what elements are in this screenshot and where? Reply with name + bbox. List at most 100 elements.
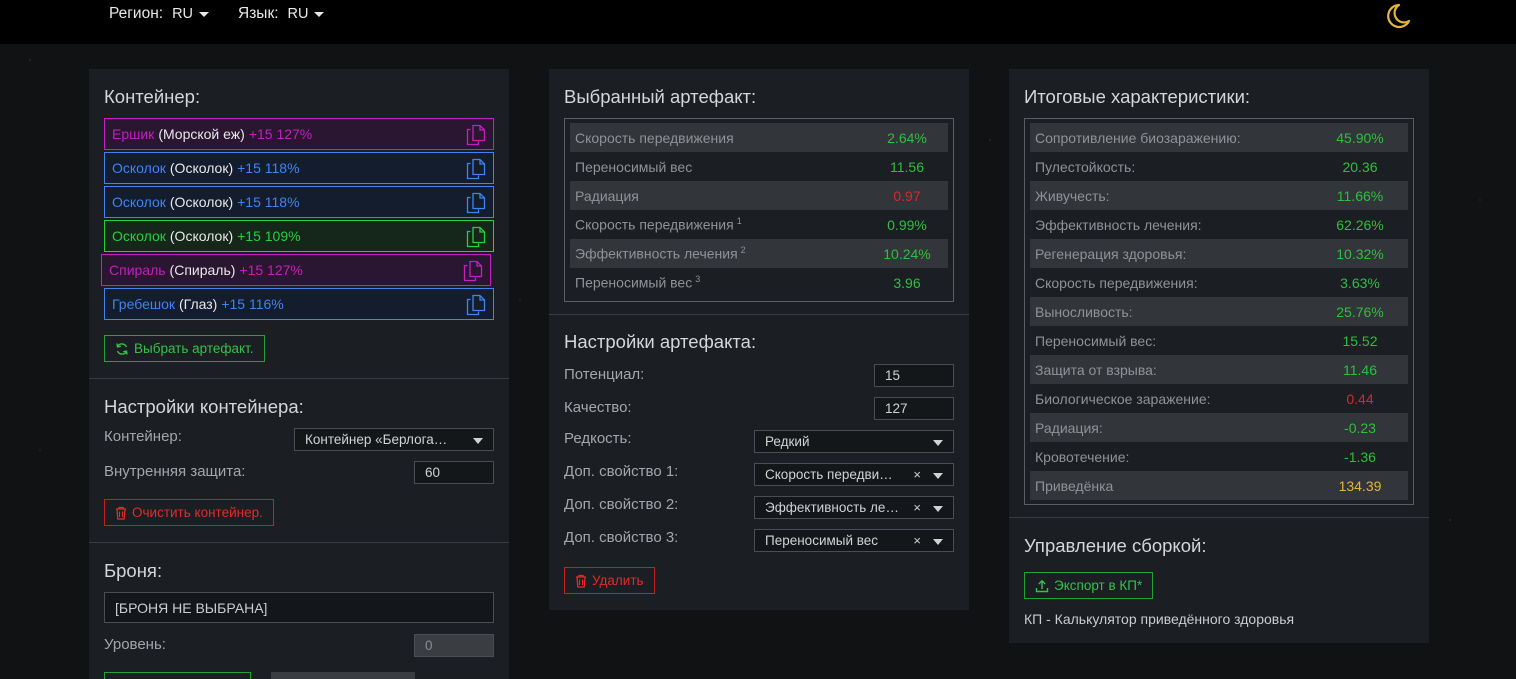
artifact-name: Осколок [112,194,166,210]
artifact-stats-table: Скорость передвижения 2.64% Переносимый ве… [564,118,954,302]
prop3-select[interactable]: Переносимый вес × [754,529,954,552]
chevron-down-icon [473,438,483,444]
artifact-type: (Спираль) [169,262,236,278]
armor-field[interactable]: [БРОНЯ НЕ ВЫБРАНА] [104,592,494,623]
stat-value: 3.63% [1340,274,1380,291]
copy-icon[interactable] [466,192,486,214]
stat-value: 0.44 [1346,390,1374,407]
stat-value: -0.23 [1344,419,1376,436]
armor-title: Броня: [104,560,163,581]
container-settings-title: Настройки контейнера: [104,396,304,417]
final-stats-table: Сопротивление биозаражению: 45.90% Пулесто… [1024,118,1414,505]
stat-value: -1.36 [1344,448,1376,465]
rarity-select[interactable]: Редкий [754,430,954,453]
artifact-name: Осколок [112,160,166,176]
stat-label: Переносимый вес: [1030,333,1156,349]
export-label: Экспорт в КП* [1054,578,1143,593]
delete-artifact-label: Удалить [592,573,644,588]
prop2-label: Доп. свойство 2: [564,496,679,513]
stat-row: Скорость передвижения: 3.63% [1030,268,1408,297]
clear-container-label: Очистить контейнер. [132,505,263,520]
stat-label-text: Скорость передвижения [575,129,734,146]
artifact-type: (Осколок) [169,160,234,176]
chevron-down-icon [314,11,325,17]
region-value: RU [172,6,194,22]
stat-label: Защита от взрыва: [1030,362,1157,378]
chevron-down-icon [933,539,943,545]
stat-label: Сопротивление биозаражению: [1030,130,1241,146]
trash-icon [576,574,586,588]
stat-label-text: Пулестойкость: [1035,158,1136,175]
stat-row: Живучесть: 11.66% [1030,181,1408,210]
potential-input[interactable]: 15 [874,364,954,387]
export-button[interactable]: Экспорт в КП* [1024,572,1154,599]
stat-label-text: Защита от взрыва: [1035,361,1157,378]
stat-label: Переносимый вес [570,159,692,175]
stat-row: Защита от взрыва: 11.46 [1030,355,1408,384]
prop1-select[interactable]: Скорость передви… × [754,463,954,486]
clear-icon[interactable]: × [913,533,921,548]
protection-input[interactable]: 60 [414,461,494,484]
clear-icon[interactable]: × [913,500,921,515]
stat-row: Эффективность лечения 2 10.24% [570,239,948,268]
artifact-slot[interactable]: Осколок (Осколок) +15 118% [104,152,494,184]
stat-label-text: Переносимый вес [575,274,693,291]
prop2-select[interactable]: Эффективность ле… × [754,496,954,519]
footnote-marker: 3 [695,274,701,285]
copy-icon[interactable] [466,226,486,248]
delete-artifact-button[interactable]: Удалить [564,567,655,594]
stat-row: Переносимый вес 3 3.96 [570,268,948,297]
stat-row: Радиация 0.97 [570,181,948,210]
armor-action-button[interactable] [104,672,251,679]
prop1-label: Доп. свойство 1: [564,463,679,480]
choose-artifact-button[interactable]: Выбрать артефакт. [104,335,265,362]
artifact-level: +15 118% [237,160,300,176]
stat-label-text: Регенерация здоровья: [1035,245,1187,262]
copy-icon[interactable] [466,294,486,316]
armor-level-input[interactable]: 0 [414,634,494,657]
region-selector[interactable]: Регион: RU [109,5,210,23]
artifact-type: (Глаз) [179,296,218,312]
language-selector[interactable]: Язык: RU [238,5,325,23]
stats-panel: Итоговые характеристики: Сопротивление б… [1009,69,1429,643]
artifact-slot[interactable]: Ершик (Морской еж) +15 127% [104,118,494,150]
quality-label: Качество: [564,399,632,416]
container-select[interactable]: Контейнер «Берлога… [294,428,494,451]
copy-icon[interactable] [463,260,483,282]
stat-label-text: Кровотечение: [1035,448,1130,465]
quality-input[interactable]: 127 [874,397,954,420]
armor-level-label: Уровень: [104,636,166,653]
artifact-slot[interactable]: Гребешок (Глаз) +15 116% [104,288,494,320]
artifact-title: Выбранный артефакт: [564,86,757,107]
stat-row: Кровотечение: -1.36 [1030,442,1408,471]
divider [1009,517,1429,518]
artifact-slot[interactable]: Спираль (Спираль) +15 127% [101,254,491,286]
copy-icon[interactable] [466,124,486,146]
clear-container-button[interactable]: Очистить контейнер. [104,499,274,526]
trash-icon [116,506,126,520]
stat-label: Радиация [570,188,639,204]
artifact-slot[interactable]: Осколок (Осколок) +15 118% [104,186,494,218]
rarity-label: Редкость: [564,430,632,447]
artifact-type: (Осколок) [169,228,234,244]
container-select-value: Контейнер «Берлога… [305,432,448,447]
moon-icon[interactable] [1382,2,1412,32]
clear-icon[interactable]: × [913,467,921,482]
prop1-value: Скорость передви… [765,467,893,482]
stat-value: 11.66% [1336,187,1384,204]
top-bar: Регион: RU Язык: RU [0,0,1516,44]
artifact-level: +15 116% [221,296,284,312]
stat-row: Переносимый вес: 15.52 [1030,326,1408,355]
armor-secondary-button[interactable] [271,672,415,679]
artifact-slot[interactable]: Осколок (Осколок) +15 109% [104,220,494,252]
stat-label: Биологическое заражение: [1030,391,1211,407]
stat-label: Радиация: [1030,420,1103,436]
stat-value: 62.26% [1336,216,1384,233]
stat-row: Скорость передвижения 1 0.99% [570,210,948,239]
stat-value: 0.99% [887,216,927,233]
stat-label-text: Скорость передвижения [575,216,734,233]
prop3-label: Доп. свойство 3: [564,529,679,546]
artifact-name: Ершик [112,126,155,142]
stat-row: Скорость передвижения 2.64% [570,123,948,152]
copy-icon[interactable] [466,158,486,180]
